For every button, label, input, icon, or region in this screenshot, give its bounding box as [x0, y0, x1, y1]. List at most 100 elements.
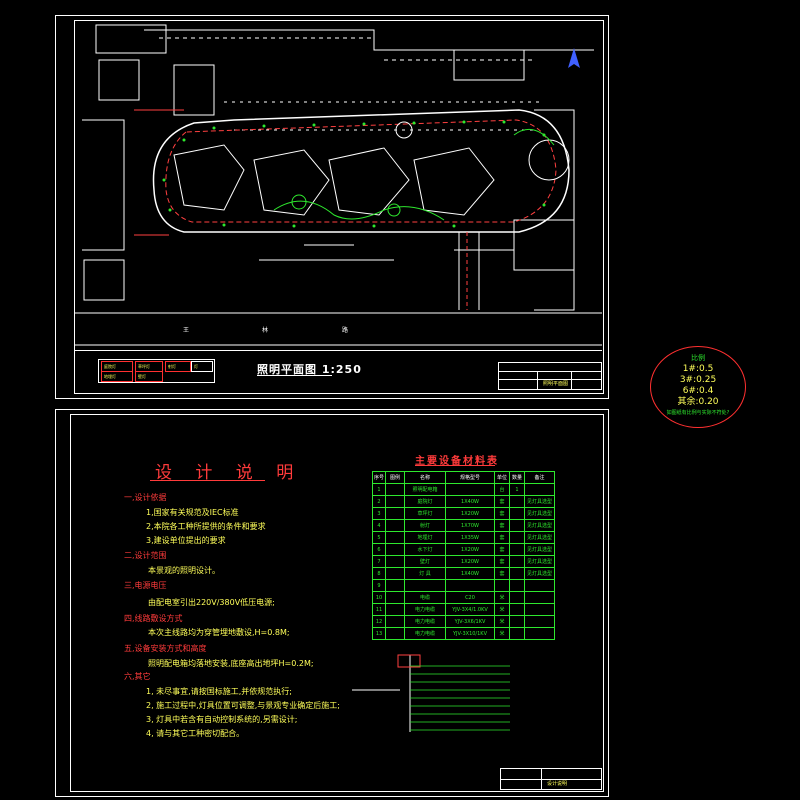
table-cell: 套: [494, 567, 510, 580]
table-cell: 13: [372, 627, 386, 640]
legend-item: 壁灯: [135, 371, 163, 382]
notes-heading: 五,设备安装方式和高度: [124, 644, 207, 653]
table-cell: [494, 579, 510, 592]
table-cell: [385, 627, 405, 640]
table-cell: [524, 615, 555, 628]
table-row: 12 电力电缆 YJV-3X6/1KV 米: [372, 615, 555, 628]
table-cell: 见灯具选型: [524, 567, 555, 580]
table-cell: [385, 507, 405, 520]
table-cell: 水下灯: [404, 543, 446, 556]
table-header-cell: 备注: [524, 471, 555, 484]
table-cell: 1X40W: [445, 495, 495, 508]
table-cell: [524, 603, 555, 616]
material-table-title-underline: [415, 465, 495, 466]
table-row: 11 电力电缆 YJV-3X4/1.0KV 米: [372, 603, 555, 616]
table-cell: 套: [494, 543, 510, 556]
table-cell: [385, 615, 405, 628]
table-cell: [509, 531, 525, 544]
table-cell: 见灯具选型: [524, 507, 555, 520]
notes-heading: 二,设计范围: [124, 551, 167, 560]
table-header-row: 序号 图例 名称 规格型号 单位 数量 备注: [372, 471, 555, 484]
legend-item: 地埋灯: [101, 371, 133, 382]
table-row: 4 射灯 1X70W 套 见灯具选型: [372, 519, 555, 532]
material-table: 序号 图例 名称 规格型号 单位 数量 备注 1 照明配电箱台 1 2 庭院灯 1X40W…: [372, 471, 555, 640]
table-cell: 见灯具选型: [524, 531, 555, 544]
title-block: 照明平面图: [498, 362, 602, 390]
table-cell: 7: [372, 555, 386, 568]
notes-item: 4, 请与其它工种密切配合。: [146, 729, 245, 738]
table-cell: [509, 567, 525, 580]
title-block: 设计说明: [500, 768, 602, 790]
table-cell: [385, 531, 405, 544]
table-cell: 见灯具选型: [524, 543, 555, 556]
table-cell: 见灯具选型: [524, 555, 555, 568]
notes-heading: 一,设计依据: [124, 493, 167, 502]
road-label-char: 路: [342, 327, 349, 334]
table-cell: 套: [494, 531, 510, 544]
table-header-cell: 名称: [404, 471, 446, 484]
table-cell: [385, 519, 405, 532]
design-notes-title-underline: [150, 480, 265, 481]
notes-item: 2,本院各工种所提供的条件和要求: [146, 522, 266, 531]
table-cell: 12: [372, 615, 386, 628]
table-cell: 壁灯: [404, 555, 446, 568]
notes-item: 3,建设单位提出的要求: [146, 536, 226, 545]
table-cell: 1: [509, 483, 525, 496]
legend-item: 射灯: [165, 361, 191, 372]
table-cell: [524, 579, 555, 592]
table-cell: 见灯具选型: [524, 495, 555, 508]
table-cell: 9: [372, 579, 386, 592]
title-block-name: 照明平面图: [543, 381, 569, 387]
table-row: 8 灯 具 1X40W 套 见灯具选型: [372, 567, 555, 580]
table-cell: 1X20W: [445, 543, 495, 556]
top-bottom-divider: [74, 350, 602, 351]
table-cell: 地埋灯: [404, 531, 446, 544]
legend-item: 灯: [191, 361, 213, 372]
notes-item: 本景观的照明设计。: [148, 566, 220, 575]
table-cell: [509, 627, 525, 640]
table-header-cell: 图例: [385, 471, 405, 484]
table-row: 9: [372, 579, 555, 592]
table-cell: 1X20W: [445, 555, 495, 568]
table-row: 5 地埋灯 1X35W 套 见灯具选型: [372, 531, 555, 544]
table-row: 7 壁灯 1X20W 套 见灯具选型: [372, 555, 555, 568]
notes-heading: 四,线路敷设方式: [124, 614, 183, 623]
table-cell: 米: [494, 615, 510, 628]
notes-item: 由配电室引出220V/380V低压电源;: [148, 598, 275, 607]
table-cell: [509, 543, 525, 556]
table-cell: YJV-3X10/1KV: [445, 627, 495, 640]
table-cell: 庭院灯: [404, 495, 446, 508]
scale-note-label: 比例: [691, 354, 705, 362]
scale-note-footer: 如图纸有比例与实际不符处?: [666, 410, 730, 416]
table-cell: [385, 591, 405, 604]
table-cell: 米: [494, 603, 510, 616]
road-label-char: 林: [262, 327, 269, 334]
table-cell: [509, 579, 525, 592]
table-cell: 套: [494, 495, 510, 508]
table-cell: 电力电缆: [404, 627, 446, 640]
table-cell: 灯 具: [404, 567, 446, 580]
table-cell: [524, 591, 555, 604]
table-cell: 1X70W: [445, 519, 495, 532]
table-cell: 套: [494, 555, 510, 568]
table-cell: [445, 483, 495, 496]
scale-note-line: 6#:0.4: [682, 386, 714, 396]
scale-note-circle: 比例 1#:0.5 3#:0.25 6#:0.4 其余:0.20 如图纸有比例与…: [650, 346, 746, 428]
table-cell: 1: [372, 483, 386, 496]
table-row: 13 电力电缆 YJV-3X10/1KV 米: [372, 627, 555, 640]
table-row: 10 电缆 C20 米: [372, 591, 555, 604]
table-cell: 4: [372, 519, 386, 532]
table-cell: 套: [494, 519, 510, 532]
table-cell: 1X35W: [445, 531, 495, 544]
table-cell: 电力电缆: [404, 603, 446, 616]
table-cell: [385, 555, 405, 568]
table-cell: [509, 615, 525, 628]
table-cell: 见灯具选型: [524, 519, 555, 532]
site-lighting-plan: [74, 24, 602, 346]
table-cell: [385, 543, 405, 556]
table-cell: [385, 495, 405, 508]
table-cell: 米: [494, 591, 510, 604]
table-header-cell: 数量: [509, 471, 525, 484]
table-cell: [509, 555, 525, 568]
table-cell: [509, 495, 525, 508]
